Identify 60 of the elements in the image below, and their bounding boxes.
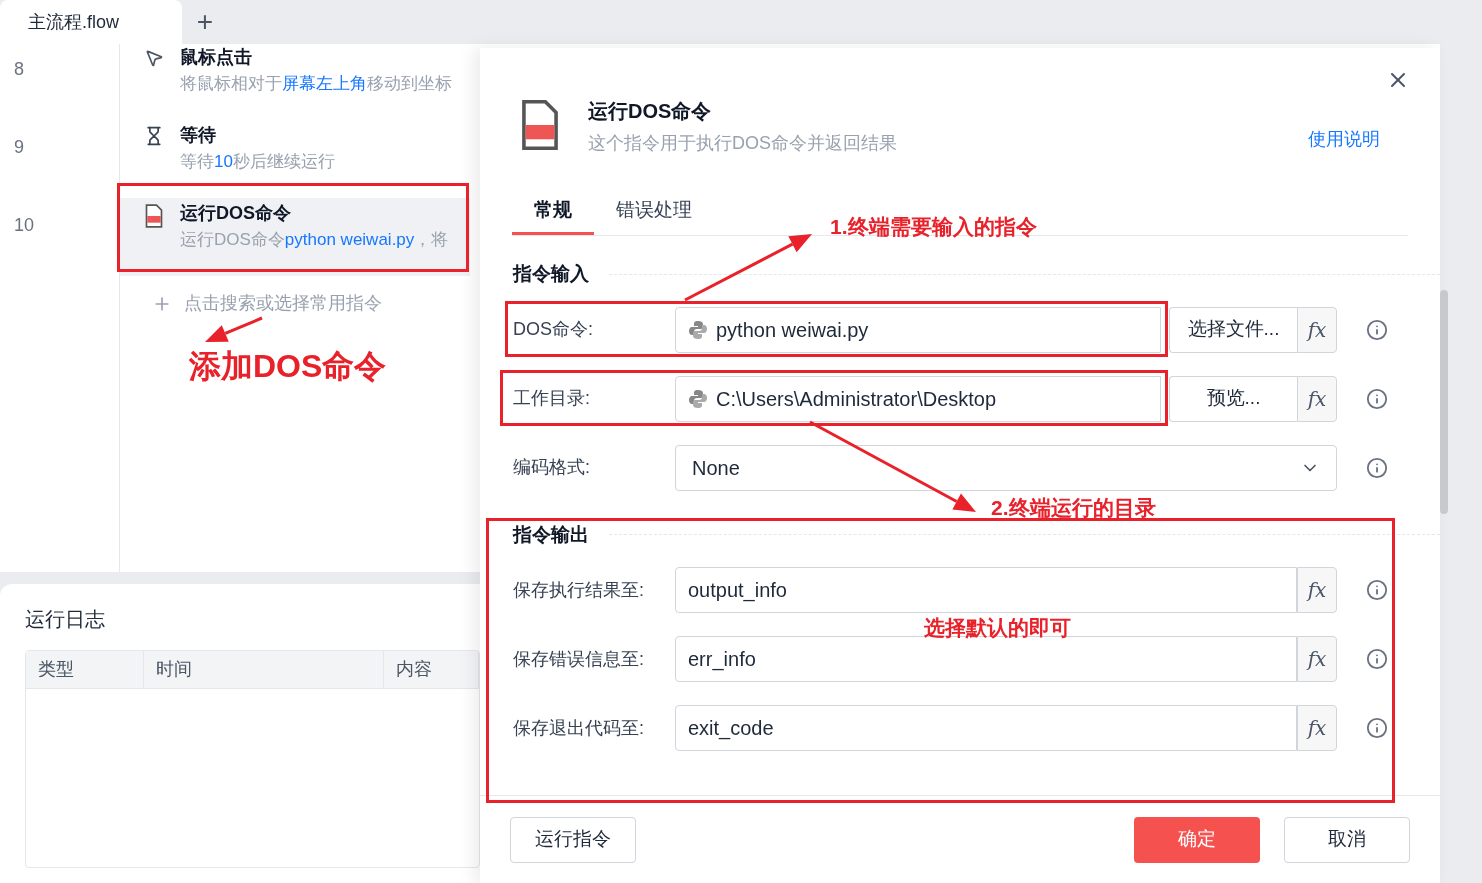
step-title: 等待 bbox=[180, 124, 217, 147]
input-field[interactable]: exit_code bbox=[675, 705, 1297, 751]
help-link[interactable]: 使用说明 bbox=[1308, 126, 1380, 153]
function-button[interactable]: fx bbox=[1297, 306, 1337, 353]
function-button[interactable]: fx bbox=[1297, 636, 1337, 682]
field-label: 工作目录: bbox=[513, 387, 591, 410]
annotation-text: 1.终端需要输入的指令 bbox=[830, 214, 1037, 240]
step-title: 鼠标点击 bbox=[180, 46, 253, 69]
input-field[interactable]: C:\Users\Administrator\Desktop bbox=[675, 375, 1161, 422]
dialog-tab[interactable]: 错误处理 bbox=[594, 194, 714, 235]
function-button[interactable]: fx bbox=[1297, 567, 1337, 613]
log-title: 运行日志 bbox=[25, 607, 106, 632]
line-number: 9 bbox=[14, 136, 25, 159]
function-button[interactable]: fx bbox=[1297, 375, 1337, 422]
cursor-icon bbox=[144, 48, 164, 68]
input-field[interactable]: output_info bbox=[675, 567, 1297, 613]
info-icon[interactable] bbox=[1366, 456, 1388, 479]
info-icon[interactable] bbox=[1366, 648, 1388, 670]
info-icon[interactable] bbox=[1366, 387, 1388, 410]
file-icon bbox=[144, 204, 164, 228]
section-title: 指令输出 bbox=[513, 522, 589, 547]
dialog-tab[interactable]: 常规 bbox=[512, 194, 594, 235]
dialog-button[interactable]: 运行指令 bbox=[510, 816, 636, 863]
hourglass-icon bbox=[144, 126, 164, 146]
info-icon[interactable] bbox=[1366, 318, 1388, 341]
python-icon bbox=[688, 388, 708, 409]
section-title: 指令输入 bbox=[513, 262, 589, 286]
browse-button[interactable]: 预览... bbox=[1169, 375, 1297, 422]
input-field[interactable]: python weiwai.py bbox=[675, 306, 1161, 353]
annotation-arrow bbox=[205, 316, 263, 342]
dialog-subtitle: 这个指令用于执行DOS命令并返回结果 bbox=[588, 132, 898, 155]
field-label: 保存错误信息至: bbox=[513, 647, 645, 671]
field-label: 编码格式: bbox=[513, 456, 591, 479]
flow-step[interactable]: 运行DOS命令 运行DOS命令python weiwai.py，将 bbox=[120, 198, 470, 276]
field-label: 保存退出代码至: bbox=[513, 716, 645, 740]
flow-step[interactable]: 鼠标点击 将鼠标相对于屏幕左上角移动到坐标 bbox=[120, 42, 470, 120]
line-number: 10 bbox=[14, 214, 36, 237]
python-icon bbox=[688, 319, 708, 340]
step-description: 等待10秒后继续运行 bbox=[180, 151, 335, 173]
column-header: 时间 bbox=[144, 651, 384, 688]
info-icon[interactable] bbox=[1366, 579, 1388, 601]
field-label: 保存执行结果至: bbox=[513, 578, 645, 602]
step-description: 将鼠标相对于屏幕左上角移动到坐标 bbox=[180, 73, 452, 95]
flow-step[interactable]: 等待 等待10秒后继续运行 bbox=[120, 120, 470, 198]
add-tab-button[interactable]: + bbox=[182, 0, 228, 44]
file-tab[interactable]: 主流程.flow bbox=[0, 0, 182, 44]
column-header: 类型 bbox=[26, 651, 144, 688]
line-number: 8 bbox=[14, 58, 25, 81]
info-icon[interactable] bbox=[1366, 717, 1388, 739]
annotation-text: 添加DOS命令 bbox=[189, 347, 387, 386]
column-header: 内容 bbox=[384, 651, 479, 688]
field-label: DOS命令: bbox=[513, 318, 594, 341]
encoding-select[interactable]: None bbox=[675, 444, 1337, 491]
annotation-text: 2.终端运行的目录 bbox=[991, 495, 1156, 521]
dialog-button[interactable]: 取消 bbox=[1284, 816, 1410, 863]
step-description: 运行DOS命令python weiwai.py，将 bbox=[180, 229, 449, 251]
browse-button[interactable]: 选择文件... bbox=[1169, 306, 1297, 353]
dialog-title: 运行DOS命令 bbox=[588, 99, 713, 124]
step-title: 运行DOS命令 bbox=[180, 202, 292, 225]
function-button[interactable]: fx bbox=[1297, 705, 1337, 751]
